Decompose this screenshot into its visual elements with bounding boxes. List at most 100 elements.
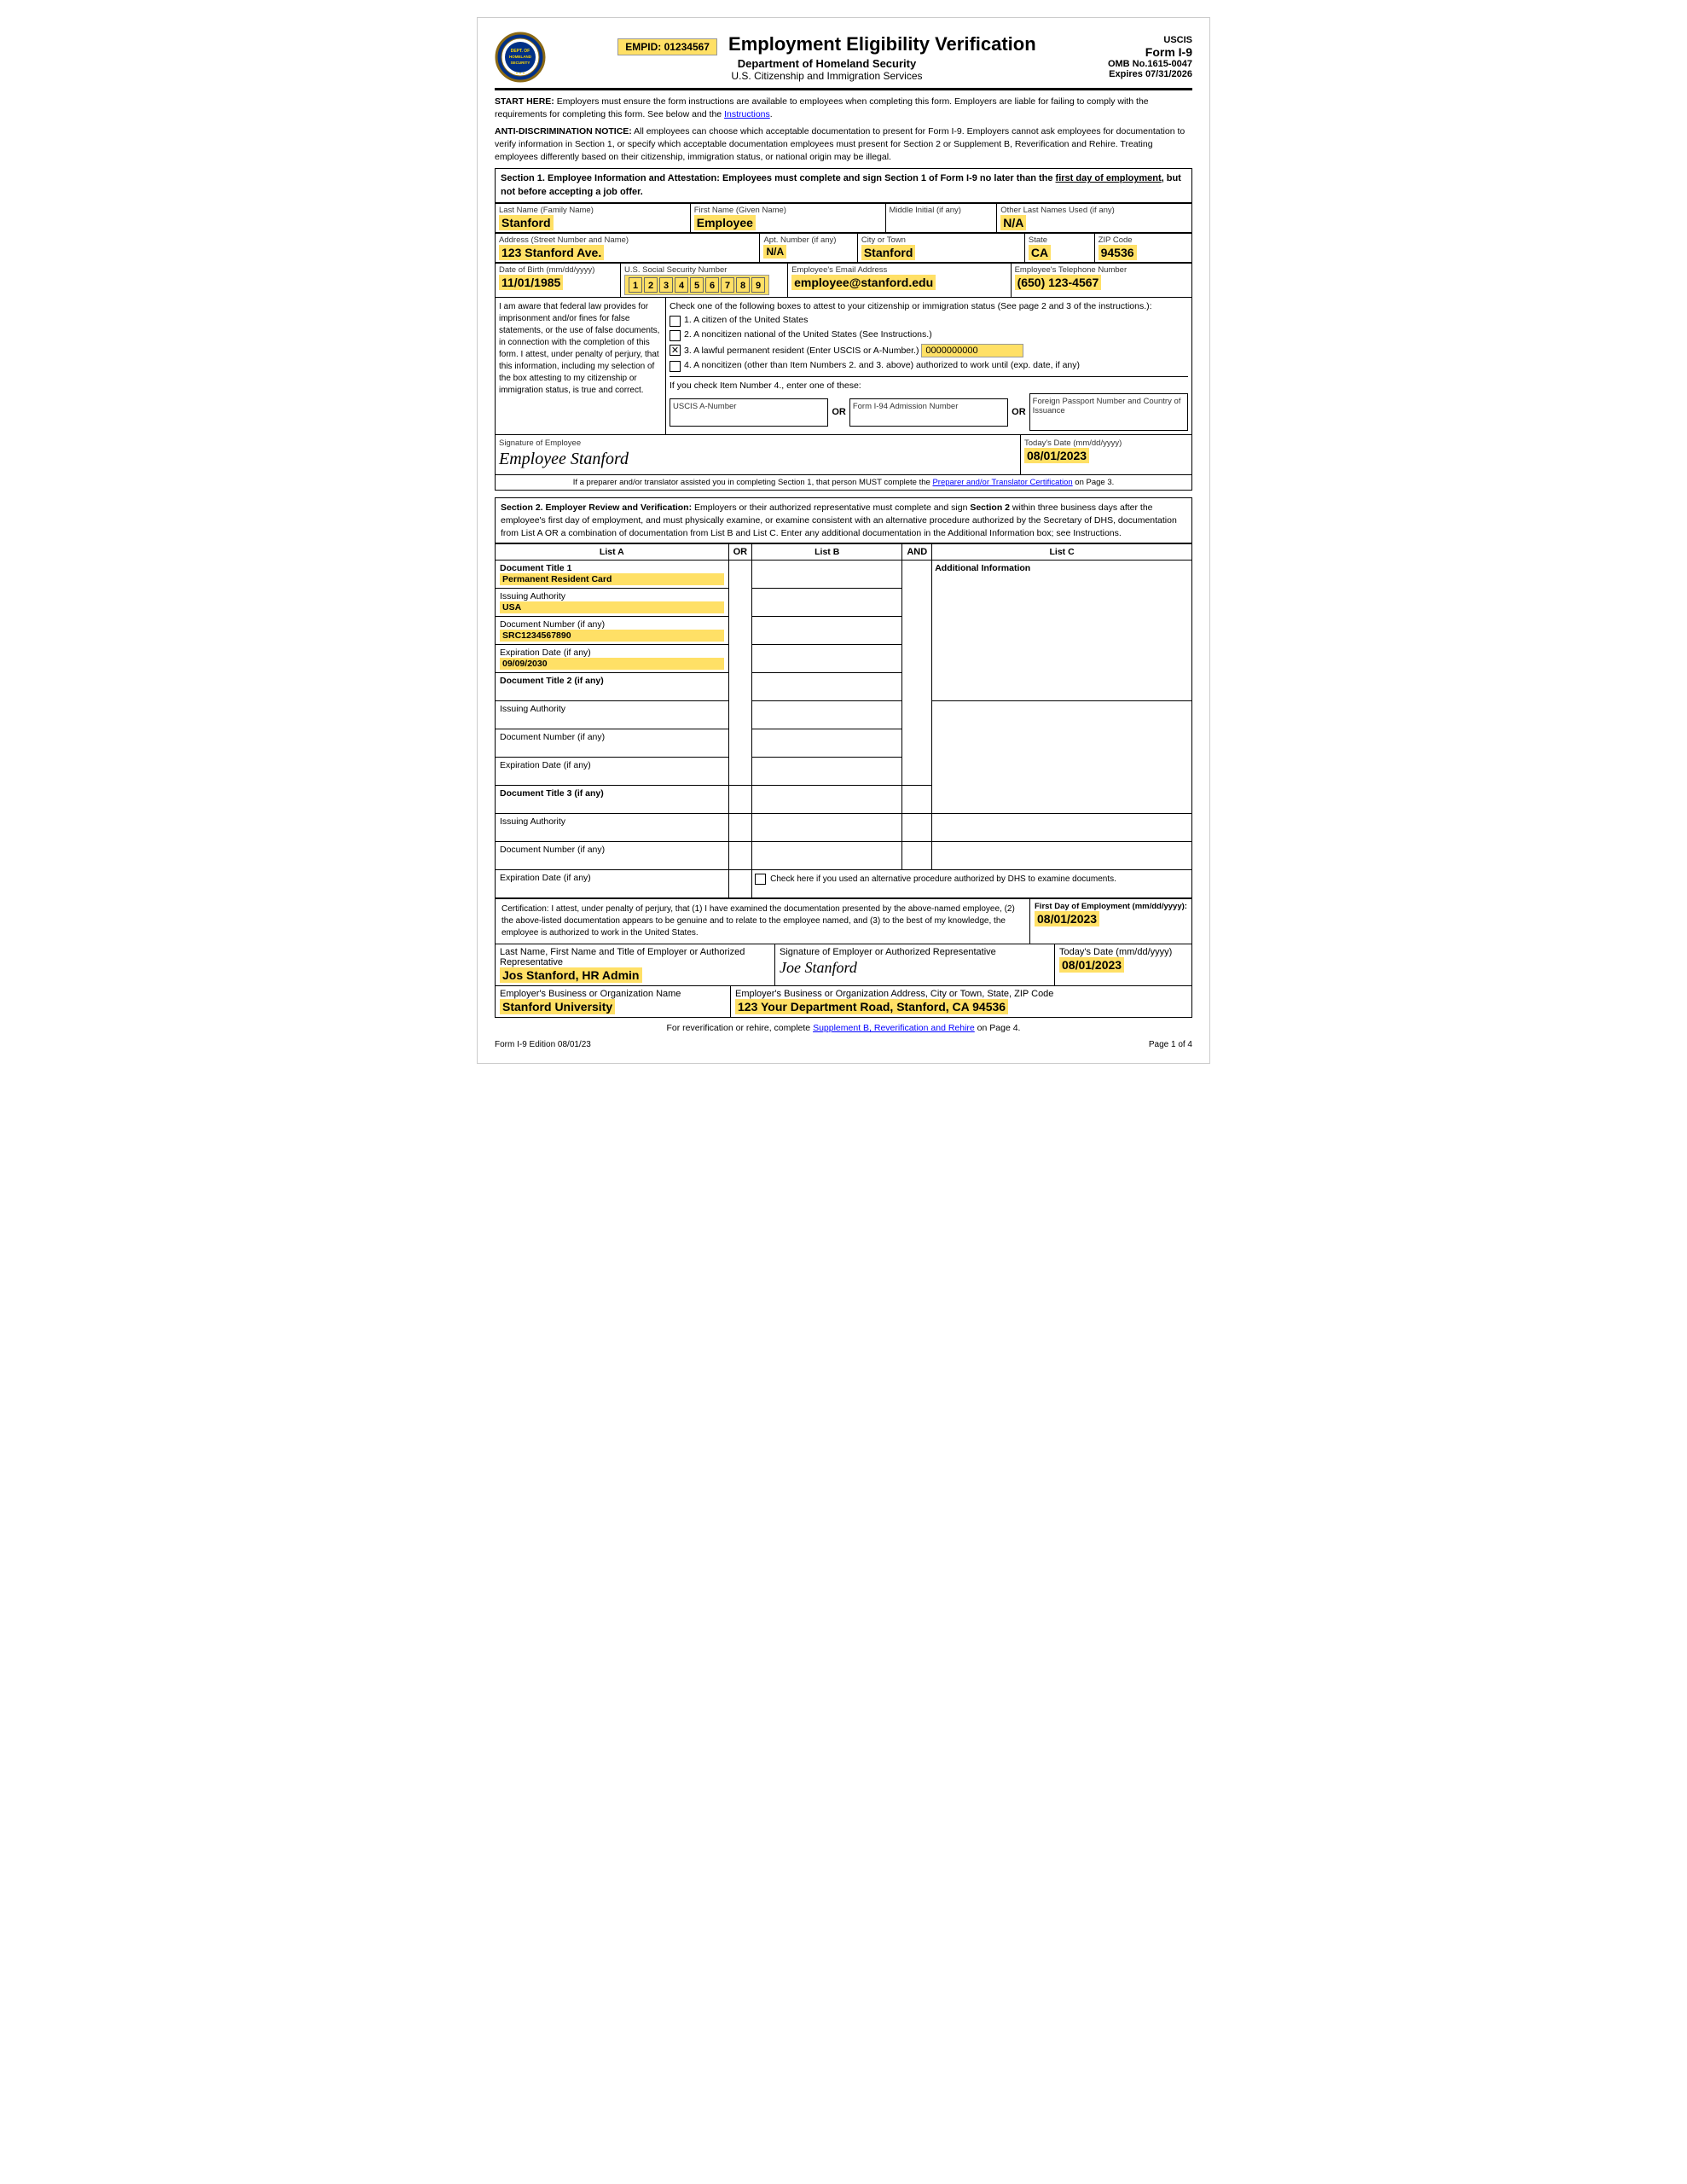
other-names-cell: Other Last Names Used (if any) N/A [997,204,1192,233]
state-label: State [1029,235,1091,245]
issuing-auth-3-label: Issuing Authority [500,816,724,827]
org-name-cell: Employer's Business or Organization Name… [496,986,731,1017]
employee-signature: Employee Stanford [499,448,1017,471]
list-b-exp-2 [752,758,902,786]
item4-section: If you check Item Number 4., enter one o… [670,376,1188,431]
employer-name-cell: Last Name, First Name and Title of Emplo… [496,944,775,985]
exp-date-3-value [500,883,724,895]
uscis-a-label: USCIS A-Number [673,402,825,411]
first-name-label: First Name (Given Name) [694,206,882,215]
employer-sig-label: Signature of Employer or Authorized Repr… [780,947,1050,957]
svg-text:HOMELAND: HOMELAND [509,55,532,59]
checkbox-row-4: 4. A noncitizen (other than Item Numbers… [670,360,1188,372]
exp-date-1-label: Expiration Date (if any) [500,648,724,658]
first-name-value: Employee [694,215,756,230]
ssn-digit-8: 8 [736,277,750,293]
section1-address-table: Address (Street Number and Name) 123 Sta… [495,233,1192,263]
first-day-label: First Day of Employment (mm/dd/yyyy): [1035,902,1187,911]
and-col-3c [902,842,932,870]
doc-num-2-label: Document Number (if any) [500,732,724,742]
supplement-link-row: For reverification or rehire, complete S… [495,1023,1192,1033]
expires: Expires 07/31/2026 [1108,69,1192,79]
checkbox-row-2: 2. A noncitizen national of the United S… [670,329,1188,341]
last-name-cell: Last Name (Family Name) Stanford [496,204,691,233]
list-b-issuing-1 [752,589,902,617]
uscis-number-field: 0000000000 [921,344,1023,357]
attestation-right: Check one of the following boxes to atte… [666,298,1191,434]
todays-date-label-1: Today's Date (mm/dd/yyyy) [1024,439,1188,448]
alt-proc-cell: Check here if you used an alternative pr… [752,870,1192,898]
admission-fields-row: USCIS A-Number OR Form I-94 Admission Nu… [670,393,1188,431]
checkbox-1[interactable] [670,316,681,327]
ssn-label: U.S. Social Security Number [624,265,784,275]
preparer-link[interactable]: Preparer and/or Translator Certification [932,478,1072,487]
form-i9-page: DEPT. OF HOMELAND SECURITY ★ ★ ★ EMPID: … [477,17,1210,1064]
checkbox-2[interactable] [670,330,681,341]
or-col-3b [728,814,752,842]
checkbox-row-3: ✕ 3. A lawful permanent resident (Enter … [670,344,1188,357]
supplement-link[interactable]: Supplement B, Reverification and Rehire [813,1023,975,1033]
cert-text-block: Certification: I attest, under penalty o… [496,899,1029,944]
exp-date-2-value [500,770,724,782]
list-table: List A OR List B AND List C Document Tit… [495,543,1192,898]
state-value: CA [1029,245,1051,260]
i94-col: Form I-94 Admission Number [849,398,1008,427]
email-cell: Employee's Email Address employee@stanfo… [788,264,1011,298]
exp-date-3-cell: Expiration Date (if any) [496,870,729,898]
and-col [902,561,932,786]
employer-date-value: 08/01/2023 [1059,957,1124,973]
form-header: DEPT. OF HOMELAND SECURITY ★ ★ ★ EMPID: … [495,32,1192,83]
empid-badge: EMPID: 01234567 [617,38,717,55]
doc-title-1-value: Permanent Resident Card [500,573,724,585]
and-separator: AND [902,544,932,561]
preparer-notice: If a preparer and/or translator assisted… [495,475,1192,491]
list-c-header: List C [932,544,1192,561]
state-cell: State CA [1024,234,1094,263]
attestation-wrapper: I am aware that federal law provides for… [495,298,1192,435]
exp-date-2-label: Expiration Date (if any) [500,760,724,770]
doc-title-3-value [500,799,724,810]
section1-names-table: Last Name (Family Name) Stanford First N… [495,203,1192,233]
employer-name-value: Jos Stanford, HR Admin [500,967,642,983]
i94-value [853,411,1005,423]
list-c-bottom [932,701,1192,814]
ssn-digit-7: 7 [721,277,734,293]
list-b-doc-2 [752,673,902,701]
last-name-label: Last Name (Family Name) [499,206,687,215]
doc-title-2-label: Document Title 2 (if any) [500,676,724,686]
list-b-issuing-2 [752,701,902,729]
issuing-auth-2-label: Issuing Authority [500,704,724,714]
exp-date-1-cell: Expiration Date (if any) 09/09/2030 [496,645,729,673]
doc-title-1-row: Document Title 1 Permanent Resident Card… [496,561,1192,589]
doc-num-2-value [500,742,724,754]
checkbox-4[interactable] [670,361,681,372]
ssn-digit-5: 5 [690,277,704,293]
list-c-4 [932,842,1192,870]
sig-left: Signature of Employee Employee Stanford [496,435,1021,474]
item4-instruction: If you check Item Number 4., enter one o… [670,380,1188,391]
uscis-a-value [673,411,825,423]
first-day-value: 08/01/2023 [1035,911,1099,926]
checkbox-3[interactable]: ✕ [670,345,681,356]
doc-num-2-cell: Document Number (if any) [496,729,729,758]
issuing-auth-2-cell: Issuing Authority [496,701,729,729]
or-text-2: OR [1012,407,1026,417]
first-day-col: First Day of Employment (mm/dd/yyyy): 08… [1029,899,1191,944]
issuing-auth-1-value: USA [500,601,724,613]
list-b-num-3 [752,842,902,870]
ssn-digit-1: 1 [629,277,642,293]
doc-title-3-label: Document Title 3 (if any) [500,788,724,799]
start-here-notice: START HERE: Employers must ensure the fo… [495,96,1192,120]
dob-value: 11/01/1985 [499,275,563,290]
instructions-link[interactable]: Instructions [724,109,770,119]
zip-value: 94536 [1099,245,1137,260]
dhs-seal: DEPT. OF HOMELAND SECURITY ★ ★ ★ [495,32,546,83]
alt-proc-checkbox[interactable] [755,874,766,885]
doc-title-2-cell: Document Title 2 (if any) [496,673,729,701]
uscis-a-col: USCIS A-Number [670,398,828,427]
org-name-label: Employer's Business or Organization Name [500,989,726,999]
doc-num-3-cell: Document Number (if any) [496,842,729,870]
omb-number: OMB No.1615-0047 [1108,59,1192,69]
footer-row: Form I-9 Edition 08/01/23 Page 1 of 4 [495,1040,1192,1049]
other-names-label: Other Last Names Used (if any) [1000,206,1188,215]
